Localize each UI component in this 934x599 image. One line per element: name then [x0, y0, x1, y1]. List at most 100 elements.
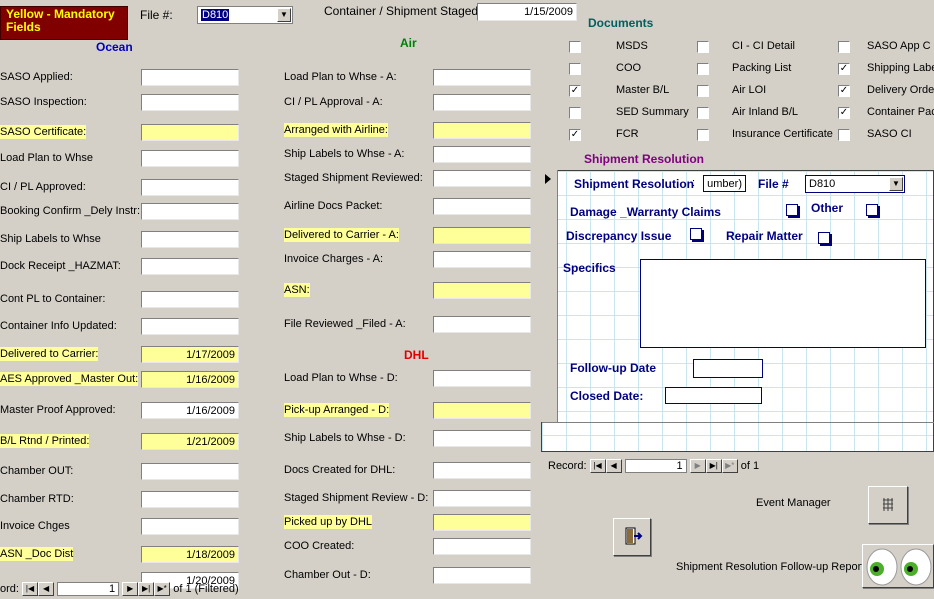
chamber-out-field[interactable] — [141, 463, 239, 480]
invoice-chges-field[interactable] — [141, 518, 239, 535]
followup-date-field[interactable] — [693, 359, 763, 378]
cont-pl-to-container-field[interactable] — [141, 291, 239, 308]
followup-report-button[interactable] — [862, 544, 934, 588]
last-record-icon[interactable]: ▶| — [705, 459, 722, 473]
main-record-number[interactable]: 1 — [57, 582, 120, 596]
prev-record-icon[interactable]: ◀ — [38, 582, 55, 596]
followup-report-label: Shipment Resolution Follow-up Report — [676, 561, 865, 573]
chevron-down-icon[interactable]: ▼ — [889, 177, 903, 191]
ci-ci-detail-checkbox[interactable] — [697, 41, 709, 53]
closed-date-field[interactable] — [665, 387, 762, 404]
shipping-labels-checkbox[interactable]: ✓ — [838, 63, 850, 75]
dock-receipt-hazmat-field[interactable] — [141, 258, 239, 275]
coo-created-label: COO Created: — [284, 540, 355, 552]
subform-record-label: Record: — [548, 459, 587, 472]
first-record-icon[interactable]: |◀ — [589, 459, 606, 473]
booking-confirm-dely-instr-label: Booking Confirm _Dely Instr: — [0, 205, 140, 217]
delivered-to-carrier-field[interactable]: 1/17/2009 — [141, 346, 239, 363]
pick-up-arranged-d-field[interactable] — [433, 402, 531, 419]
invoice-charges-a-field[interactable] — [433, 251, 531, 268]
next-record-icon[interactable]: ▶ — [122, 582, 139, 596]
sr-file-combo[interactable]: D810 ▼ — [805, 175, 905, 193]
mandatory-legend: Yellow - Mandatory Fields — [0, 6, 128, 40]
ci-pl-approval-a-field[interactable] — [433, 94, 531, 111]
file-reviewed-filed-a-field[interactable] — [433, 316, 531, 333]
docs-created-for-dhl-field[interactable] — [433, 462, 531, 479]
delivery-order-checkbox[interactable]: ✓ — [838, 85, 850, 97]
staged-shipment-review-d-field[interactable] — [433, 490, 531, 507]
subform-of-text: of — [740, 459, 750, 472]
air-loi-checkbox[interactable] — [697, 85, 709, 97]
discrepancy-checkbox[interactable] — [690, 228, 702, 240]
aes-approved-master-out-label: AES Approved _Master Out: — [0, 372, 139, 386]
exit-button[interactable] — [613, 518, 651, 556]
specifics-label: Specifics — [563, 261, 616, 275]
picked-up-by-dhl-field[interactable] — [433, 514, 531, 531]
b-l-rtnd-printed-field[interactable]: 1/21/2009 — [141, 433, 239, 450]
other-checkbox[interactable] — [866, 204, 878, 216]
fcr-checkbox[interactable]: ✓ — [569, 129, 581, 141]
ci-pl-approved-label: CI / PL Approved: — [0, 181, 86, 193]
asn-doc-dist-field[interactable]: 1/18/2009 — [141, 546, 239, 563]
ship-labels-to-whse-label: Ship Labels to Whse — [0, 233, 101, 245]
cont-pl-to-container-label: Cont PL to Container: — [0, 293, 106, 305]
chamber-rtd-field[interactable] — [141, 491, 239, 508]
subform-record-number[interactable]: 1 — [624, 459, 687, 473]
chamber-out-d-field[interactable] — [433, 567, 531, 584]
new-record-icon[interactable]: ▶* — [721, 459, 738, 473]
chevron-down-icon[interactable]: ▼ — [277, 8, 291, 22]
event-manager-button[interactable] — [868, 486, 908, 524]
coo-label: COO — [616, 62, 642, 74]
ship-labels-to-whse-a-field[interactable] — [433, 146, 531, 163]
arranged-with-airline-field[interactable] — [433, 122, 531, 139]
coo-created-field[interactable] — [433, 538, 531, 555]
container-pack-checkbox[interactable]: ✓ — [838, 107, 850, 119]
main-record-total: 1 (Filtered) — [185, 582, 239, 595]
saso-applied-field[interactable] — [141, 69, 239, 86]
asn-label: ASN: — [284, 283, 310, 297]
record-selector[interactable] — [541, 170, 558, 422]
new-record-icon[interactable]: ▶* — [154, 582, 171, 596]
msds-checkbox[interactable] — [569, 41, 581, 53]
saso-certificate-field[interactable] — [141, 124, 239, 141]
load-plan-to-whse-d-field[interactable] — [433, 370, 531, 387]
sr-number-field[interactable]: umber) — [703, 175, 746, 192]
load-plan-to-whse-a-field[interactable] — [433, 69, 531, 86]
saso-app-c-checkbox[interactable] — [838, 41, 850, 53]
repair-checkbox[interactable] — [818, 232, 830, 244]
ship-labels-to-whse-d-field[interactable] — [433, 430, 531, 447]
ship-labels-to-whse-field[interactable] — [141, 231, 239, 248]
master-proof-approved-field[interactable]: 1/16/2009 — [141, 402, 239, 419]
next-record-icon[interactable]: ▶ — [689, 459, 706, 473]
master-b-l-checkbox[interactable]: ✓ — [569, 85, 581, 97]
booking-confirm-dely-instr-field[interactable] — [141, 203, 239, 220]
file-number-combo[interactable]: D810 ▼ — [197, 6, 293, 24]
airline-docs-packet-field[interactable] — [433, 198, 531, 215]
prev-record-icon[interactable]: ◀ — [605, 459, 622, 473]
coo-checkbox[interactable] — [569, 63, 581, 75]
staged-shipment-reviewed-field[interactable] — [433, 170, 531, 187]
file-number-label: File #: — [140, 8, 173, 22]
last-record-icon[interactable]: ▶| — [138, 582, 155, 596]
specifics-textarea[interactable] — [640, 259, 926, 348]
aes-approved-master-out-field[interactable]: 1/16/2009 — [141, 371, 239, 388]
damage-checkbox[interactable] — [786, 204, 798, 216]
asn-field[interactable] — [433, 282, 531, 299]
current-record-icon — [545, 174, 551, 184]
packing-list-checkbox[interactable] — [697, 63, 709, 75]
delivered-to-carrier-label: Delivered to Carrier: — [0, 347, 99, 361]
saso-ci-checkbox[interactable] — [838, 129, 850, 141]
delivered-to-carrier-a-field[interactable] — [433, 227, 531, 244]
container-info-updated-field[interactable] — [141, 318, 239, 335]
air-inland-b-l-checkbox[interactable] — [697, 107, 709, 119]
insurance-certificate-checkbox[interactable] — [697, 129, 709, 141]
first-record-icon[interactable]: |◀ — [22, 582, 39, 596]
sed-summary-checkbox[interactable] — [569, 107, 581, 119]
asn-doc-dist-label: ASN _Doc Dist — [0, 547, 74, 561]
container-staged-field[interactable]: 1/15/2009 — [477, 3, 577, 21]
exit-door-icon — [625, 527, 643, 545]
invoice-chges-label: Invoice Chges — [0, 520, 70, 532]
load-plan-to-whse-field[interactable] — [141, 150, 239, 167]
saso-inspection-field[interactable] — [141, 94, 239, 111]
ci-pl-approved-field[interactable] — [141, 179, 239, 196]
